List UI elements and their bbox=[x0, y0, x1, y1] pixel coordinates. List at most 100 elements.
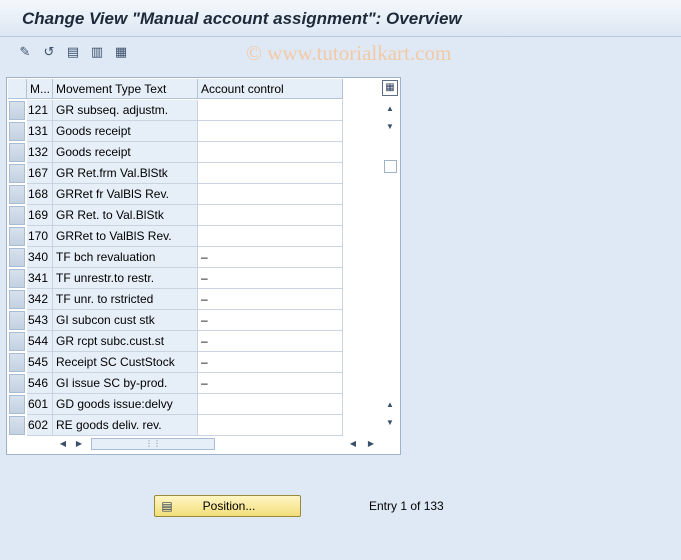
table-row[interactable]: 602 RE goods deliv. rev. bbox=[7, 415, 343, 436]
column-header-movement-type[interactable]: M... bbox=[27, 79, 53, 99]
movement-type-text-cell: GI subcon cust stk bbox=[53, 310, 198, 331]
account-control-cell[interactable] bbox=[198, 163, 343, 184]
table-row[interactable]: 545 Receipt SC CustStock – bbox=[7, 352, 343, 373]
movement-type-text-cell: GR rcpt subc.cust.st bbox=[53, 331, 198, 352]
table-row[interactable]: 169 GR Ret. to Val.BlStk bbox=[7, 205, 343, 226]
row-selector[interactable] bbox=[9, 290, 25, 309]
scroll-left-end-icon[interactable]: ◀ bbox=[347, 437, 359, 451]
position-button[interactable]: ▤ Position... bbox=[154, 495, 301, 517]
column-header-movement-type-text[interactable]: Movement Type Text bbox=[53, 79, 198, 99]
account-control-cell[interactable] bbox=[198, 121, 343, 142]
scroll-down-icon[interactable]: ▼ bbox=[383, 120, 397, 134]
scroll-page-down-icon[interactable]: ▼ bbox=[383, 416, 397, 430]
scroll-right-end-icon[interactable]: ▶ bbox=[365, 437, 377, 451]
row-selector[interactable] bbox=[9, 416, 25, 435]
row-selector[interactable] bbox=[9, 248, 25, 267]
account-control-cell[interactable]: – bbox=[198, 268, 343, 289]
undo-icon[interactable]: ↺ bbox=[40, 43, 58, 61]
account-control-cell[interactable] bbox=[198, 184, 343, 205]
movement-type-cell: 167 bbox=[27, 163, 53, 184]
account-control-cell[interactable] bbox=[198, 415, 343, 436]
row-selector[interactable] bbox=[9, 164, 25, 183]
row-selector[interactable] bbox=[9, 185, 25, 204]
scroll-left-icon[interactable]: ◀ bbox=[57, 437, 69, 451]
table-row[interactable]: 546 GI issue SC by-prod. – bbox=[7, 373, 343, 394]
row-selector[interactable] bbox=[9, 122, 25, 141]
table-row[interactable]: 543 GI subcon cust stk – bbox=[7, 310, 343, 331]
edit-icon[interactable]: ✎ bbox=[16, 43, 34, 61]
account-control-cell[interactable] bbox=[198, 394, 343, 415]
row-selector[interactable] bbox=[9, 269, 25, 288]
scroll-page-up-icon[interactable]: ▲ bbox=[383, 398, 397, 412]
movement-type-cell: 602 bbox=[27, 415, 53, 436]
account-control-cell[interactable]: – bbox=[198, 289, 343, 310]
position-button-label: Position... bbox=[202, 499, 256, 513]
table-row[interactable]: 131 Goods receipt bbox=[7, 121, 343, 142]
table-row[interactable]: 340 TF bch revaluation – bbox=[7, 247, 343, 268]
scroll-up-icon[interactable]: ▲ bbox=[383, 102, 397, 116]
list-icon[interactable]: ▦ bbox=[112, 43, 130, 61]
account-assignment-table: M... Movement Type Text Account control … bbox=[6, 77, 401, 455]
copy-icon[interactable]: ▥ bbox=[88, 43, 106, 61]
movement-type-cell: 131 bbox=[27, 121, 53, 142]
select-all-header[interactable] bbox=[8, 79, 27, 99]
row-selector[interactable] bbox=[9, 206, 25, 225]
movement-type-cell: 340 bbox=[27, 247, 53, 268]
horizontal-scroll-thumb[interactable]: ⋮⋮ bbox=[91, 438, 215, 450]
position-icon: ▤ bbox=[161, 499, 173, 513]
movement-type-cell: 543 bbox=[27, 310, 53, 331]
row-selector[interactable] bbox=[9, 374, 25, 393]
table-row[interactable]: 168 GRRet fr ValBlS Rev. bbox=[7, 184, 343, 205]
row-selector[interactable] bbox=[9, 332, 25, 351]
account-control-cell[interactable]: – bbox=[198, 247, 343, 268]
movement-type-text-cell: TF unrestr.to restr. bbox=[53, 268, 198, 289]
table-row[interactable]: 132 Goods receipt bbox=[7, 142, 343, 163]
scroll-right-icon[interactable]: ▶ bbox=[73, 437, 85, 451]
movement-type-text-cell: GI issue SC by-prod. bbox=[53, 373, 198, 394]
movement-type-cell: 132 bbox=[27, 142, 53, 163]
table-row[interactable]: 167 GR Ret.frm Val.BlStk bbox=[7, 163, 343, 184]
movement-type-cell: 545 bbox=[27, 352, 53, 373]
vertical-scrollbar[interactable]: ▲ ▼ ▲ ▼ bbox=[381, 100, 399, 435]
horizontal-scrollbar[interactable]: ◀ ▶ ⋮⋮ ◀ ▶ bbox=[55, 436, 385, 452]
movement-type-cell: 169 bbox=[27, 205, 53, 226]
row-selector[interactable] bbox=[9, 101, 25, 120]
table-row[interactable]: 170 GRRet to ValBlS Rev. bbox=[7, 226, 343, 247]
movement-type-text-cell: Goods receipt bbox=[53, 142, 198, 163]
scroll-thumb[interactable] bbox=[384, 160, 397, 173]
movement-type-text-cell: Receipt SC CustStock bbox=[53, 352, 198, 373]
movement-type-text-cell: GRRet fr ValBlS Rev. bbox=[53, 184, 198, 205]
movement-type-cell: 341 bbox=[27, 268, 53, 289]
account-control-cell[interactable]: – bbox=[198, 373, 343, 394]
account-control-cell[interactable]: – bbox=[198, 331, 343, 352]
account-control-cell[interactable]: – bbox=[198, 352, 343, 373]
movement-type-text-cell: GR Ret.frm Val.BlStk bbox=[53, 163, 198, 184]
movement-type-cell: 168 bbox=[27, 184, 53, 205]
account-control-cell[interactable] bbox=[198, 226, 343, 247]
watermark: © www.tutorialkart.com bbox=[246, 41, 452, 65]
table-row[interactable]: 601 GD goods issue:delvy bbox=[7, 394, 343, 415]
row-selector[interactable] bbox=[9, 143, 25, 162]
table-row[interactable]: 341 TF unrestr.to restr. – bbox=[7, 268, 343, 289]
movement-type-text-cell: RE goods deliv. rev. bbox=[53, 415, 198, 436]
table-row[interactable]: 121 GR subseq. adjustm. bbox=[7, 100, 343, 121]
account-control-cell[interactable] bbox=[198, 100, 343, 121]
movement-type-text-cell: GRRet to ValBlS Rev. bbox=[53, 226, 198, 247]
row-selector[interactable] bbox=[9, 395, 25, 414]
account-control-cell[interactable] bbox=[198, 205, 343, 226]
title-bar: Change View "Manual account assignment":… bbox=[0, 0, 681, 37]
table-row[interactable]: 342 TF unr. to rstricted – bbox=[7, 289, 343, 310]
table-icon[interactable]: ▤ bbox=[64, 43, 82, 61]
table-row[interactable]: 544 GR rcpt subc.cust.st – bbox=[7, 331, 343, 352]
movement-type-text-cell: Goods receipt bbox=[53, 121, 198, 142]
column-header-account-control[interactable]: Account control bbox=[198, 79, 343, 99]
movement-type-cell: 601 bbox=[27, 394, 53, 415]
account-control-cell[interactable] bbox=[198, 142, 343, 163]
row-selector[interactable] bbox=[9, 311, 25, 330]
column-settings-icon[interactable]: ▦ bbox=[382, 80, 398, 96]
row-selector[interactable] bbox=[9, 227, 25, 246]
movement-type-text-cell: TF bch revaluation bbox=[53, 247, 198, 268]
row-selector[interactable] bbox=[9, 353, 25, 372]
account-control-cell[interactable]: – bbox=[198, 310, 343, 331]
entry-counter: Entry 1 of 133 bbox=[369, 499, 444, 513]
